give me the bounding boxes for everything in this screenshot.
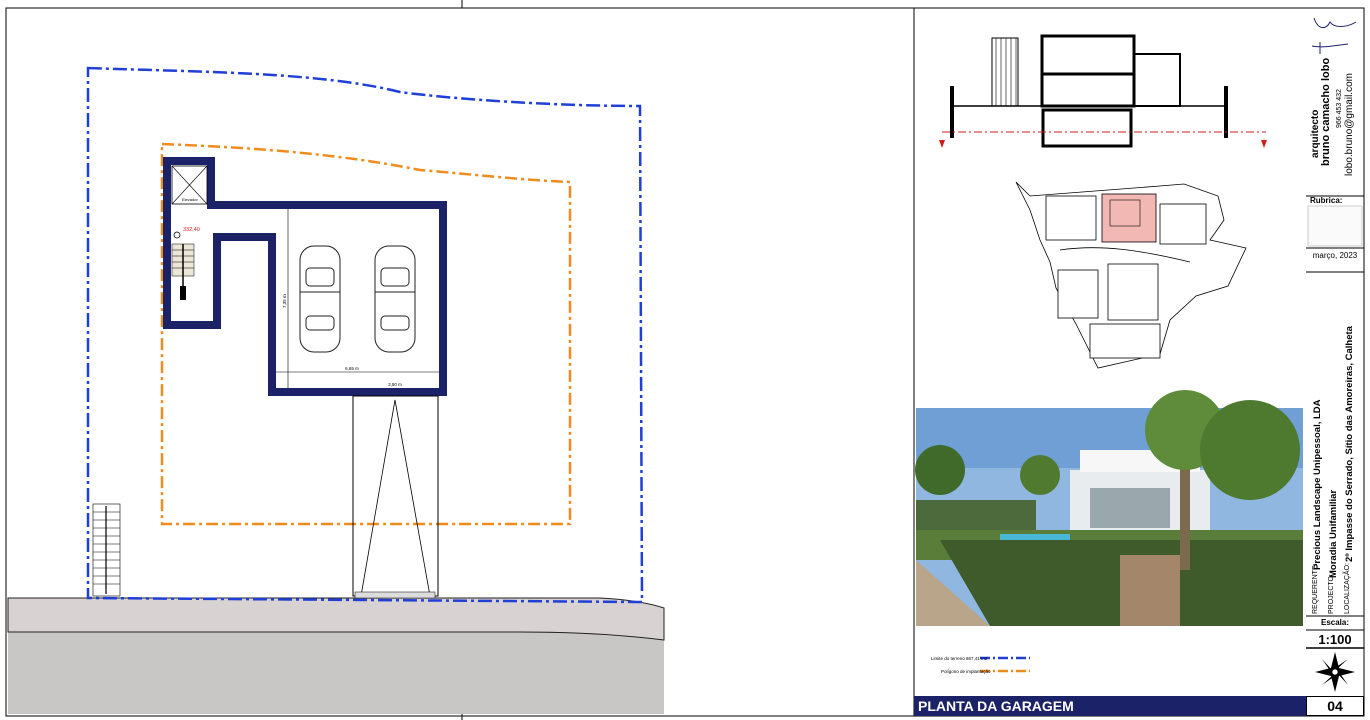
stair-elevation: 332,40 (183, 227, 200, 233)
dim-height: 7,35 m (282, 294, 287, 308)
section-elevation (942, 34, 1266, 148)
title-block-email: lobo.bruno@gmail.com (1344, 73, 1355, 176)
localizacao-value: 2º Impasse do Serrado, Sítio das Amoreir… (1344, 326, 1355, 562)
architect-signature (1311, 17, 1357, 54)
terrain-limit-line (86, 66, 644, 604)
section-arrow-left-icon (939, 140, 945, 148)
requerente-label: REQUERENTE: (1312, 563, 1319, 614)
car-left (299, 245, 341, 353)
legend-implantation-label: Polígono de implantação (941, 669, 991, 674)
car-right (374, 245, 416, 353)
escala-value: 1:100 (1318, 632, 1352, 647)
garage-ramp (352, 395, 439, 597)
localizacao-label: LOCALIZAÇÃO: (1344, 563, 1351, 614)
projecto-label: PROJECTO: (1328, 574, 1335, 614)
date-label: março, 2023 (1312, 251, 1358, 260)
rubrica-label: Rubrica: (1310, 196, 1343, 205)
sheet-title: PLANTA DA GARAGEM (914, 696, 1306, 716)
dim-width: 6,65 m (345, 366, 359, 371)
rubrica-box (1307, 205, 1363, 247)
render-image (915, 390, 1303, 626)
north-arrow-icon (1315, 652, 1355, 692)
dim-ramp: 3,50 m (388, 382, 402, 387)
sheet-number: 04 (1306, 696, 1364, 716)
level-mark-icon (173, 231, 181, 239)
section-arrow-right-icon (1261, 140, 1267, 148)
title-block-architect-name: bruno camacho lobo (1320, 57, 1332, 166)
projecto-value: Moradia Unifamiliar (1328, 489, 1339, 578)
entry-stairs (92, 503, 121, 597)
elevator-label: Elevador (182, 197, 198, 202)
legend-terrain-label: Limite do terreno 867,41 m2 (931, 656, 988, 661)
title-block-phone: 966 453 432 (1336, 89, 1343, 128)
requerente-value: Precious Landscape Unipessoal, LDA (1312, 399, 1323, 570)
escala-label: Escala: (1320, 618, 1350, 627)
drawing-sheet: Elevador 332,40 6,65 m 7,35 m 3,50 m Lim… (5, 0, 1365, 720)
